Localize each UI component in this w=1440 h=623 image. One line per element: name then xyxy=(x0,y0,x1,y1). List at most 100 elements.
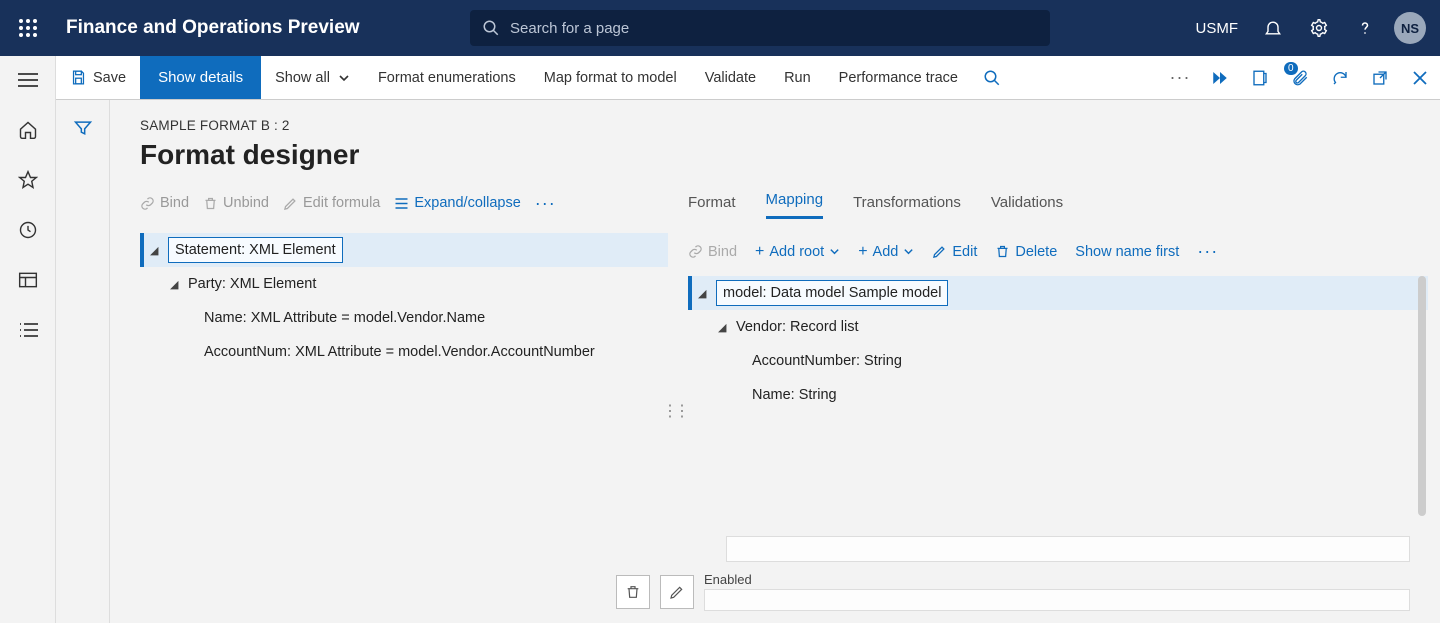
overflow-icon[interactable]: ··· xyxy=(1160,56,1200,99)
show-all-button[interactable]: Show all xyxy=(261,56,364,99)
bind-button[interactable]: Bind xyxy=(140,195,189,211)
show-details-button[interactable]: Show details xyxy=(140,56,261,99)
caret-icon[interactable]: ◢ xyxy=(150,244,168,257)
scrollbar[interactable] xyxy=(1418,276,1426,516)
delete-binding-button[interactable] xyxy=(616,575,650,609)
tree-row[interactable]: ◢ Vendor: Record list xyxy=(688,310,1428,344)
caret-icon[interactable]: ◢ xyxy=(698,287,716,300)
map-format-button[interactable]: Map format to model xyxy=(530,56,691,99)
run-button[interactable]: Run xyxy=(770,56,825,99)
expand-collapse-button[interactable]: Expand/collapse xyxy=(394,195,520,211)
mapping-pane: Format Mapping Transformations Validatio… xyxy=(668,185,1428,412)
trash-icon xyxy=(625,584,641,600)
notifications-icon[interactable] xyxy=(1252,0,1294,56)
unbind-button[interactable]: Unbind xyxy=(203,195,269,211)
tab-label: Transformations xyxy=(853,194,961,211)
validate-button[interactable]: Validate xyxy=(691,56,770,99)
global-search[interactable] xyxy=(470,10,1050,46)
trash-icon xyxy=(995,244,1010,259)
app-launcher-icon[interactable] xyxy=(0,19,56,37)
save-button[interactable]: Save xyxy=(56,56,140,99)
caret-icon[interactable]: ◢ xyxy=(718,321,736,334)
edit-formula-button[interactable]: Edit formula xyxy=(283,195,380,211)
tree-label: Party: XML Element xyxy=(188,276,316,292)
refresh-icon[interactable] xyxy=(1320,56,1360,99)
tab-validations[interactable]: Validations xyxy=(991,194,1063,219)
tree-label: Vendor: Record list xyxy=(736,319,859,335)
action-search-icon[interactable] xyxy=(972,56,1012,99)
header-right: USMF NS xyxy=(1196,0,1433,56)
format-tree: ◢ Statement: XML Element ◢ Party: XML El… xyxy=(140,233,668,369)
add-button[interactable]: + Add xyxy=(858,243,914,261)
tree-row[interactable]: AccountNumber: String xyxy=(688,344,1428,378)
run-label: Run xyxy=(784,70,811,86)
mapping-overflow-icon[interactable]: ··· xyxy=(1197,241,1218,262)
modules-icon[interactable] xyxy=(10,316,46,344)
bind-button[interactable]: Bind xyxy=(688,244,737,260)
tree-label: Name: XML Attribute = model.Vendor.Name xyxy=(204,310,485,326)
popout-icon[interactable] xyxy=(1360,56,1400,99)
tree-row[interactable]: AccountNum: XML Attribute = model.Vendor… xyxy=(140,335,668,369)
company-code[interactable]: USMF xyxy=(1196,20,1239,37)
chevron-down-icon xyxy=(829,246,840,257)
main: SAMPLE FORMAT B : 2 Format designer Bind… xyxy=(56,100,1440,623)
edit-button[interactable]: Edit xyxy=(932,244,977,260)
power-automate-icon[interactable] xyxy=(1200,56,1240,99)
plus-icon: + xyxy=(858,243,867,261)
search-input[interactable] xyxy=(510,20,1038,37)
add-label: Add xyxy=(873,244,899,260)
help-icon[interactable] xyxy=(1344,0,1386,56)
unbind-label: Unbind xyxy=(223,195,269,211)
tree-row[interactable]: Name: XML Attribute = model.Vendor.Name xyxy=(140,301,668,335)
close-icon[interactable] xyxy=(1400,56,1440,99)
edit-label: Edit xyxy=(952,244,977,260)
home-icon[interactable] xyxy=(10,116,46,144)
tree-label: AccountNumber: String xyxy=(752,353,902,369)
performance-trace-button[interactable]: Performance trace xyxy=(825,56,972,99)
favorites-icon[interactable] xyxy=(10,166,46,194)
bind-label: Bind xyxy=(160,195,189,211)
office-icon[interactable] xyxy=(1240,56,1280,99)
enabled-field[interactable] xyxy=(704,589,1410,611)
attachments-icon[interactable]: 0 xyxy=(1280,56,1320,99)
tab-transformations[interactable]: Transformations xyxy=(853,194,961,219)
recent-icon[interactable] xyxy=(10,216,46,244)
model-tree: ◢ model: Data model Sample model ◢ Vendo… xyxy=(688,276,1428,412)
workspaces-icon[interactable] xyxy=(10,266,46,294)
format-enumerations-button[interactable]: Format enumerations xyxy=(364,56,530,99)
settings-icon[interactable] xyxy=(1298,0,1340,56)
tree-label: AccountNum: XML Attribute = model.Vendor… xyxy=(204,344,595,360)
pencil-icon xyxy=(932,244,947,259)
filter-icon[interactable] xyxy=(73,118,93,623)
tree-row[interactable]: ◢ model: Data model Sample model xyxy=(688,276,1428,310)
format-overflow-icon[interactable]: ··· xyxy=(535,193,556,214)
enabled-label: Enabled xyxy=(704,572,1410,587)
tree-row[interactable]: ◢ Party: XML Element xyxy=(140,267,668,301)
tree-row[interactable]: ◢ Statement: XML Element xyxy=(140,233,668,267)
format-enum-label: Format enumerations xyxy=(378,70,516,86)
tab-mapping[interactable]: Mapping xyxy=(766,191,824,219)
pencil-icon xyxy=(283,196,298,211)
content: SAMPLE FORMAT B : 2 Format designer Bind… xyxy=(110,100,1440,623)
plus-icon: + xyxy=(755,243,764,261)
show-all-label: Show all xyxy=(275,70,330,86)
attach-badge: 0 xyxy=(1284,62,1298,75)
list-icon xyxy=(394,196,409,211)
add-root-button[interactable]: + Add root xyxy=(755,243,840,261)
mapping-toolbar: Bind + Add root + Add Edit xyxy=(688,241,1428,262)
perf-trace-label: Performance trace xyxy=(839,70,958,86)
avatar[interactable]: NS xyxy=(1394,12,1426,44)
tree-row[interactable]: Name: String xyxy=(688,378,1428,412)
tab-format[interactable]: Format xyxy=(688,194,736,219)
delete-button[interactable]: Delete xyxy=(995,244,1057,260)
caret-icon[interactable]: ◢ xyxy=(170,278,188,291)
format-toolbar: Bind Unbind Edit formula Expand/collapse xyxy=(140,185,668,221)
path-field[interactable] xyxy=(726,536,1410,562)
search-icon xyxy=(482,19,500,37)
show-name-first-button[interactable]: Show name first xyxy=(1075,244,1179,260)
chevron-down-icon xyxy=(338,72,350,84)
tab-label: Format xyxy=(688,194,736,211)
hamburger-icon[interactable] xyxy=(10,66,46,94)
show-details-label: Show details xyxy=(158,69,243,86)
edit-binding-button[interactable] xyxy=(660,575,694,609)
